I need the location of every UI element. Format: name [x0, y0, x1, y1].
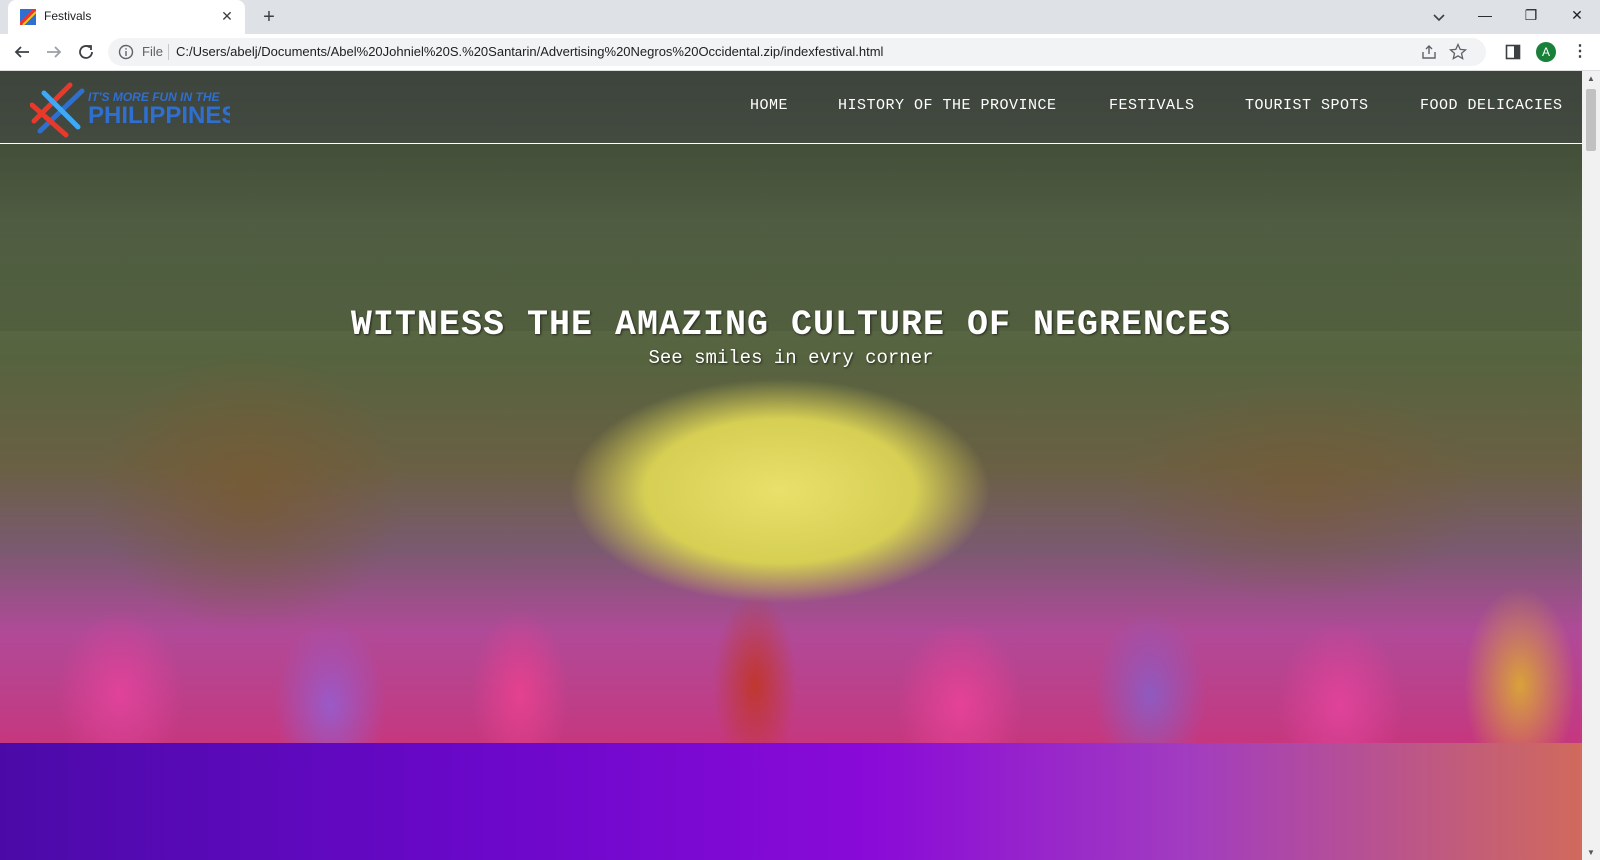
scroll-up-icon[interactable]: ▲ — [1587, 74, 1595, 83]
browser-toolbar: File C:/Users/abelj/Documents/Abel%20Joh… — [0, 34, 1600, 71]
nav-food-delicacies[interactable]: FOOD DELICACIES — [1420, 97, 1563, 114]
hero-banner: IT'S MORE FUN IN THE PHILIPPINES HOME HI… — [0, 71, 1582, 755]
forward-icon[interactable] — [42, 40, 66, 64]
philippines-logo[interactable]: IT'S MORE FUN IN THE PHILIPPINES — [30, 77, 230, 139]
new-tab-button[interactable]: + — [256, 5, 282, 29]
more-menu-icon[interactable]: ⋮ — [1570, 42, 1590, 62]
window-close-button[interactable]: ✕ — [1554, 0, 1600, 30]
site-navbar: IT'S MORE FUN IN THE PHILIPPINES HOME HI… — [0, 71, 1582, 144]
gradient-section — [0, 743, 1582, 860]
bookmark-star-icon[interactable] — [1448, 42, 1468, 62]
page-viewport: IT'S MORE FUN IN THE PHILIPPINES HOME HI… — [0, 71, 1582, 860]
reload-icon[interactable] — [74, 40, 98, 64]
address-bar[interactable]: File C:/Users/abelj/Documents/Abel%20Joh… — [108, 38, 1486, 66]
hero-subtitle: See smiles in evry corner — [648, 347, 934, 369]
nav-home[interactable]: HOME — [750, 97, 788, 114]
divider — [168, 44, 169, 60]
nav-history[interactable]: HISTORY OF THE PROVINCE — [838, 97, 1057, 114]
chevron-down-icon[interactable] — [1428, 6, 1450, 28]
profile-avatar[interactable]: A — [1536, 42, 1556, 62]
info-icon[interactable] — [118, 44, 134, 60]
nav-tourist-spots[interactable]: TOURIST SPOTS — [1245, 97, 1369, 114]
scroll-down-icon[interactable]: ▼ — [1587, 848, 1595, 857]
browser-tab[interactable]: Festivals ✕ — [8, 0, 245, 34]
hero-background-dancers — [0, 495, 1582, 755]
nav-festivals[interactable]: FESTIVALS — [1109, 97, 1195, 114]
share-icon[interactable] — [1420, 43, 1438, 61]
url-text[interactable]: C:/Users/abelj/Documents/Abel%20Johniel%… — [176, 44, 883, 59]
svg-text:PHILIPPINES: PHILIPPINES — [88, 102, 230, 129]
tab-strip: Festivals ✕ + — ❐ ✕ — [0, 0, 1600, 34]
tab-title: Festivals — [44, 9, 92, 23]
page-scrollbar[interactable]: ▲ ▼ — [1582, 71, 1600, 860]
back-icon[interactable] — [10, 40, 34, 64]
scheme-label: File — [142, 44, 163, 59]
hero-title: WITNESS THE AMAZING CULTURE OF NEGRENCES — [350, 305, 1232, 345]
close-tab-icon[interactable]: ✕ — [217, 6, 237, 26]
favicon-icon — [20, 9, 36, 25]
side-panel-icon[interactable] — [1505, 44, 1521, 60]
restore-button[interactable]: ❐ — [1508, 0, 1554, 30]
minimize-button[interactable]: — — [1462, 0, 1508, 30]
scroll-thumb[interactable] — [1586, 89, 1596, 151]
